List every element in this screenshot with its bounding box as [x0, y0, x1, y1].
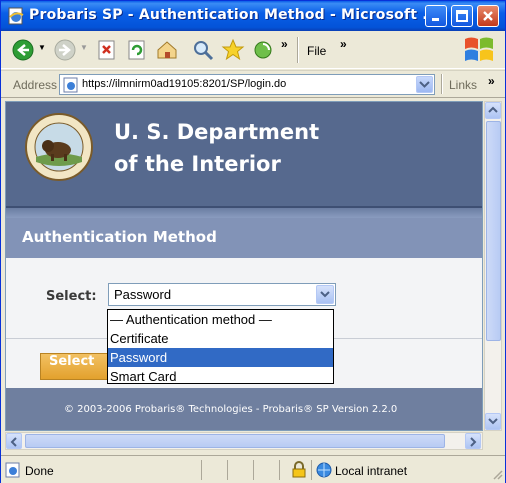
department-name-line2: of the Interior	[114, 152, 281, 176]
forward-arrow-icon[interactable]	[53, 38, 77, 62]
ie-page-icon	[8, 7, 24, 25]
page-icon	[63, 77, 78, 93]
maximize-icon	[456, 10, 468, 22]
option-certificate[interactable]: Certificate	[108, 329, 333, 348]
toolbar-divider	[297, 37, 299, 63]
close-button[interactable]	[477, 5, 499, 27]
copyright-text: © 2003-2006 Probaris® Technologies - Pro…	[64, 404, 398, 415]
status-divider	[201, 460, 202, 480]
home-icon[interactable]	[155, 38, 179, 62]
scroll-right-button[interactable]	[465, 433, 481, 449]
links-button[interactable]: Links	[449, 78, 477, 92]
intranet-globe-icon	[316, 462, 332, 478]
scroll-left-button[interactable]	[6, 433, 22, 449]
minimize-icon	[432, 18, 439, 21]
interior-seal-logo	[25, 113, 93, 181]
horizontal-scrollbar[interactable]	[5, 432, 483, 450]
select-dropdown-button[interactable]	[316, 285, 334, 304]
security-zone: Local intranet	[335, 464, 408, 478]
chevron-right-icon	[470, 437, 477, 447]
favorites-star-icon[interactable]	[221, 38, 245, 62]
status-divider	[227, 460, 228, 480]
close-icon	[483, 11, 493, 21]
chevron-down-icon	[320, 291, 330, 298]
menu-overflow-chevron[interactable]: »	[340, 37, 347, 51]
department-name-line1: U. S. Department	[114, 120, 320, 144]
file-menu[interactable]: File	[307, 44, 326, 58]
option-smart-card[interactable]: Smart Card	[108, 367, 333, 386]
chevron-down-icon	[488, 418, 498, 425]
media-icon[interactable]	[251, 38, 275, 62]
scroll-up-button[interactable]	[485, 102, 501, 119]
stop-icon[interactable]	[95, 38, 119, 62]
address-bar: Address https://ilmnirm0ad19105:8201/SP/…	[1, 70, 505, 98]
page-done-icon	[5, 462, 20, 478]
lock-icon[interactable]	[291, 461, 307, 478]
vertical-scrollbar[interactable]	[484, 101, 502, 431]
status-divider	[311, 460, 312, 480]
address-url[interactable]: https://ilmnirm0ad19105:8201/SP/login.do	[82, 78, 286, 90]
auth-method-options[interactable]: — Authentication method — Certificate Pa…	[107, 309, 334, 384]
address-input[interactable]: https://ilmnirm0ad19105:8201/SP/login.do	[59, 74, 435, 95]
links-overflow-chevron[interactable]: »	[488, 74, 495, 88]
address-divider	[441, 74, 443, 94]
auth-method-select[interactable]: Password	[108, 283, 336, 306]
forward-dropdown-icon[interactable]: ▼	[80, 43, 88, 52]
title-bar[interactable]: Probaris SP - Authentication Method - Mi…	[1, 1, 505, 31]
refresh-icon[interactable]	[125, 38, 149, 62]
address-dropdown-button[interactable]	[416, 76, 433, 93]
chevron-up-icon	[488, 106, 498, 113]
back-arrow-icon[interactable]	[11, 38, 35, 62]
vertical-scroll-thumb[interactable]	[486, 121, 501, 341]
status-divider	[279, 460, 280, 480]
status-divider	[253, 460, 254, 480]
section-header: Authentication Method	[6, 218, 482, 258]
browser-window: Probaris SP - Authentication Method - Mi…	[0, 0, 506, 483]
maximize-button[interactable]	[451, 5, 473, 27]
window-title: Probaris SP - Authentication Method - Mi…	[29, 7, 439, 23]
status-bar: Done Local intranet	[1, 455, 505, 483]
option-password[interactable]: Password	[108, 348, 333, 367]
option-placeholder[interactable]: — Authentication method —	[108, 310, 333, 329]
minimize-button[interactable]	[425, 5, 447, 27]
search-icon[interactable]	[191, 38, 215, 62]
toolbar: ▼ ▼ » File »	[1, 31, 505, 69]
horizontal-scroll-thumb[interactable]	[25, 434, 445, 448]
page-footer: © 2003-2006 Probaris® Technologies - Pro…	[6, 388, 482, 430]
department-banner: U. S. Department of the Interior	[6, 102, 482, 206]
banner-divider	[6, 206, 482, 218]
chevron-left-icon	[10, 437, 17, 447]
address-label: Address	[13, 78, 58, 92]
chevron-down-icon	[419, 81, 430, 88]
windows-logo-icon	[465, 37, 493, 61]
scroll-down-button[interactable]	[485, 413, 501, 430]
status-text: Done	[25, 464, 54, 478]
back-dropdown-icon[interactable]: ▼	[38, 43, 46, 52]
select-label: Select:	[46, 289, 97, 304]
section-title: Authentication Method	[22, 228, 217, 246]
select-value[interactable]: Password	[114, 287, 171, 302]
resize-grip-icon[interactable]	[491, 468, 503, 480]
toolbar-overflow-chevron[interactable]: »	[281, 37, 288, 51]
